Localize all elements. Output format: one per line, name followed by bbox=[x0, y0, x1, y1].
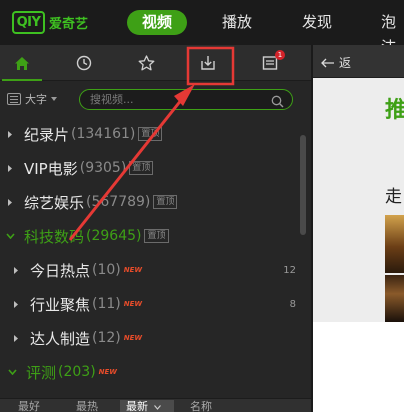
pin-to-top-button[interactable]: 置顶 bbox=[144, 229, 169, 243]
tab-play[interactable]: 播放 bbox=[222, 10, 252, 35]
category-count: (29645) bbox=[86, 228, 142, 244]
new-badge: NEW bbox=[123, 266, 143, 274]
chevron-down-icon[interactable] bbox=[2, 369, 22, 375]
search-input[interactable] bbox=[90, 91, 260, 108]
content-header: 返 bbox=[313, 45, 404, 78]
top-navigation-bar: QIY 爱奇艺 视频 播放 发现 泡沫 bbox=[0, 0, 404, 56]
sort-hot[interactable]: 最热 bbox=[76, 400, 98, 412]
category-count: (134161) bbox=[71, 126, 136, 142]
sort-bar: 最好 最热 最新 名称 bbox=[0, 398, 311, 412]
list-item[interactable]: 纪录片 (134161) 置顶 bbox=[0, 117, 300, 151]
font-size-selector[interactable]: 大字 bbox=[7, 91, 57, 107]
sort-best[interactable]: 最好 bbox=[18, 400, 40, 412]
back-button[interactable]: 返 bbox=[321, 54, 351, 71]
left-panel: 1 大字 纪录片 (134161) 置顶 VIP电影 (9305) 置顶 bbox=[0, 45, 311, 412]
pin-to-top-button[interactable]: 置顶 bbox=[153, 195, 178, 209]
category-name: 纪录片 bbox=[24, 125, 70, 144]
history-clock-icon[interactable] bbox=[64, 45, 104, 81]
chevron-right-icon[interactable] bbox=[6, 266, 26, 275]
category-count: (11) bbox=[92, 296, 121, 312]
search-icon[interactable] bbox=[271, 93, 284, 112]
logo-mark: QIY bbox=[12, 10, 45, 34]
category-name: VIP电影 bbox=[24, 159, 78, 178]
tab-bubble[interactable]: 泡沫 bbox=[381, 10, 404, 56]
category-name: 行业聚焦 bbox=[30, 295, 91, 314]
caret-down-icon bbox=[51, 97, 57, 101]
sort-newest[interactable]: 最新 bbox=[120, 400, 174, 412]
list-item[interactable]: VIP电影 (9305) 置顶 bbox=[0, 151, 300, 185]
category-name: 今日热点 bbox=[30, 261, 91, 280]
iqiyi-logo[interactable]: QIY 爱奇艺 bbox=[12, 10, 88, 34]
chevron-right-icon[interactable] bbox=[6, 300, 26, 309]
category-list: 纪录片 (134161) 置顶 VIP电影 (9305) 置顶 综艺娱乐 (56… bbox=[0, 117, 311, 395]
video-thumbnail[interactable] bbox=[385, 215, 404, 322]
pin-to-top-button[interactable]: 置顶 bbox=[129, 161, 154, 175]
chevron-right-icon[interactable] bbox=[6, 334, 26, 343]
chevron-right-icon[interactable] bbox=[0, 130, 20, 139]
download-icon[interactable] bbox=[188, 45, 228, 81]
category-count: (203) bbox=[58, 364, 96, 380]
category-count: (567789) bbox=[86, 194, 151, 210]
back-label: 返 bbox=[339, 56, 352, 70]
home-icon[interactable] bbox=[2, 45, 42, 82]
chevron-down-icon[interactable] bbox=[0, 233, 20, 239]
new-badge: NEW bbox=[123, 300, 143, 308]
chevron-down-icon bbox=[153, 405, 161, 410]
search-row: 大字 bbox=[0, 81, 311, 117]
category-count: (12) bbox=[92, 330, 121, 346]
list-icon bbox=[7, 93, 21, 105]
thumbnail-image-top bbox=[385, 215, 404, 273]
scrollbar[interactable] bbox=[300, 135, 306, 235]
category-name: 达人制造 bbox=[30, 329, 91, 348]
star-icon[interactable] bbox=[126, 45, 166, 81]
new-badge: NEW bbox=[98, 368, 118, 376]
category-count: (9305) bbox=[79, 160, 127, 176]
category-name: 评测 bbox=[26, 363, 57, 382]
update-count: 12 bbox=[283, 264, 296, 276]
list-item[interactable]: 科技数码 (29645) 置顶 bbox=[0, 219, 300, 253]
list-item[interactable]: 评测 (203) NEW bbox=[2, 355, 302, 389]
category-count: (10) bbox=[92, 262, 121, 278]
logo-text: 爱奇艺 bbox=[49, 16, 89, 32]
list-item[interactable]: 行业聚焦 (11) NEW 8 bbox=[6, 287, 306, 321]
list-item[interactable]: 达人制造 (12) NEW bbox=[6, 321, 306, 355]
font-size-label: 大字 bbox=[25, 93, 47, 106]
chevron-right-icon[interactable] bbox=[0, 198, 20, 207]
panel-toolbar: 1 bbox=[0, 45, 311, 82]
content-heading: 推 bbox=[385, 98, 404, 123]
category-name: 综艺娱乐 bbox=[24, 193, 85, 212]
content-panel: 返 推 走 bbox=[313, 45, 404, 322]
back-arrow-icon bbox=[321, 58, 334, 67]
thumbnail-image-bottom bbox=[385, 275, 404, 322]
tab-discover[interactable]: 发现 bbox=[302, 10, 332, 35]
new-badge: NEW bbox=[123, 334, 143, 342]
content-subheading: 走 bbox=[385, 187, 402, 207]
category-name: 科技数码 bbox=[24, 227, 85, 246]
chevron-right-icon[interactable] bbox=[0, 164, 20, 173]
tab-video[interactable]: 视频 bbox=[127, 10, 188, 35]
sort-newest-label: 最新 bbox=[126, 400, 148, 412]
update-count: 8 bbox=[289, 298, 296, 310]
search-box bbox=[79, 89, 293, 110]
list-item[interactable]: 综艺娱乐 (567789) 置顶 bbox=[0, 185, 300, 219]
list-item[interactable]: 今日热点 (10) NEW 12 bbox=[6, 253, 306, 287]
message-badge: 1 bbox=[275, 50, 285, 60]
message-icon[interactable]: 1 bbox=[250, 45, 290, 81]
pin-to-top-button[interactable]: 置顶 bbox=[138, 127, 163, 141]
sort-name[interactable]: 名称 bbox=[190, 400, 212, 412]
